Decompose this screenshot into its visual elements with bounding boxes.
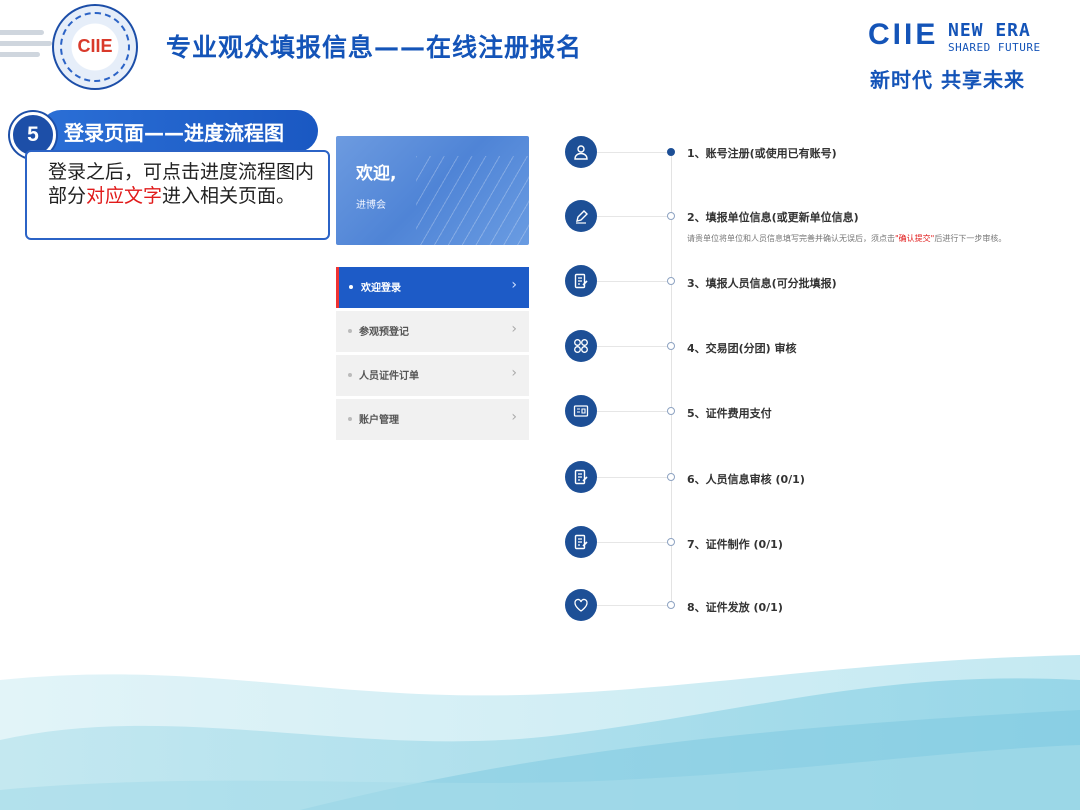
timeline-dot — [667, 407, 675, 415]
menu-item-label: 人员证件订单 — [359, 371, 419, 382]
note-text-part2: 进入相关页面。 — [162, 185, 296, 207]
welcome-banner — [336, 136, 529, 245]
brand-new-era: NEW ERA — [948, 20, 1031, 41]
note-highlight: 对应文字 — [86, 185, 163, 207]
menu-item-welcome-login[interactable]: 欢迎登录 › — [336, 267, 529, 308]
document-edit-icon[interactable] — [565, 265, 597, 297]
timeline-dot — [667, 148, 675, 156]
menu-item-label: 账户管理 — [359, 415, 399, 426]
grid-icon[interactable] — [565, 330, 597, 362]
timeline-step-3-link[interactable]: 3、填报人员信息(可分批填报) — [687, 275, 837, 291]
timeline-dot — [667, 212, 675, 220]
timeline-step-4-link[interactable]: 4、交易团(分团) 审核 — [687, 340, 797, 356]
document-edit-icon[interactable] — [565, 526, 597, 558]
timeline-connector — [597, 281, 669, 282]
timeline-connector — [597, 605, 669, 606]
timeline-dot — [667, 538, 675, 546]
timeline-connector — [597, 216, 669, 217]
welcome-subtitle: 进博会 — [356, 200, 386, 211]
brand-ciie: CIIE — [868, 18, 939, 51]
timeline-connector — [597, 542, 669, 543]
decorative-waves — [0, 655, 1080, 810]
header-decor-stripes — [0, 30, 60, 70]
confirm-submit-highlight: "确认提交" — [895, 234, 935, 243]
menu-item-label: 欢迎登录 — [361, 283, 401, 294]
step-title: 登录页面——进度流程图 — [64, 121, 284, 145]
menu-item-account-management[interactable]: 账户管理 › — [336, 399, 529, 440]
welcome-title: 欢迎, — [356, 164, 397, 184]
timeline-connector — [597, 346, 669, 347]
chevron-right-icon: › — [511, 321, 517, 337]
timeline-step-8-link[interactable]: 8、证件发放 (0/1) — [687, 599, 783, 615]
timeline-dot — [667, 473, 675, 481]
page-title: 专业观众填报信息——在线注册报名 — [166, 33, 583, 62]
chevron-right-icon: › — [511, 409, 517, 425]
note-text: 登录之后，可点击进度流程图内部分对应文字进入相关页面。 — [48, 160, 318, 208]
timeline-step-6-link[interactable]: 6、人员信息审核 (0/1) — [687, 471, 805, 487]
timeline-step-1-link[interactable]: 1、账号注册(或使用已有账号) — [687, 145, 837, 161]
logo-text: CIIE — [77, 36, 113, 56]
menu-item-badge-orders[interactable]: 人员证件订单 › — [336, 355, 529, 396]
bullet-icon — [349, 285, 353, 289]
menu-item-visit-preregistration[interactable]: 参观预登记 › — [336, 311, 529, 352]
desc-part2: 后进行下一步审核。 — [934, 234, 1007, 243]
menu-item-label: 参观预登记 — [359, 327, 409, 338]
chevron-right-icon: › — [511, 277, 517, 293]
welcome-background-pattern — [416, 156, 529, 245]
timeline-dot — [667, 601, 675, 609]
bullet-icon — [348, 329, 352, 333]
document-edit-icon[interactable] — [565, 461, 597, 493]
timeline-dot — [667, 342, 675, 350]
chevron-right-icon: › — [511, 365, 517, 381]
timeline-connector — [597, 477, 669, 478]
heart-icon[interactable] — [565, 589, 597, 621]
timeline-dot — [667, 277, 675, 285]
desc-part1: 请贵单位将单位和人员信息填写完善并确认无误后，须点击 — [687, 234, 895, 243]
timeline-connector — [597, 152, 669, 153]
brand-slogan: 新时代 共享未来 — [870, 68, 1025, 92]
timeline-step-2-link[interactable]: 2、填报单位信息(或更新单位信息) — [687, 209, 859, 225]
timeline-connector — [597, 411, 669, 412]
brand-shared-future: SHARED FUTURE — [948, 41, 1041, 54]
timeline-step-2-description: 请贵单位将单位和人员信息填写完善并确认无误后，须点击"确认提交"后进行下一步审核… — [687, 233, 1006, 244]
pen-icon[interactable] — [565, 200, 597, 232]
bullet-icon — [348, 417, 352, 421]
timeline-step-5-link[interactable]: 5、证件费用支付 — [687, 405, 772, 421]
ciie-expo-logo: CIIE — [52, 4, 138, 90]
payment-icon[interactable] — [565, 395, 597, 427]
timeline-step-7-link[interactable]: 7、证件制作 (0/1) — [687, 536, 783, 552]
user-icon[interactable] — [565, 136, 597, 168]
bullet-icon — [348, 373, 352, 377]
